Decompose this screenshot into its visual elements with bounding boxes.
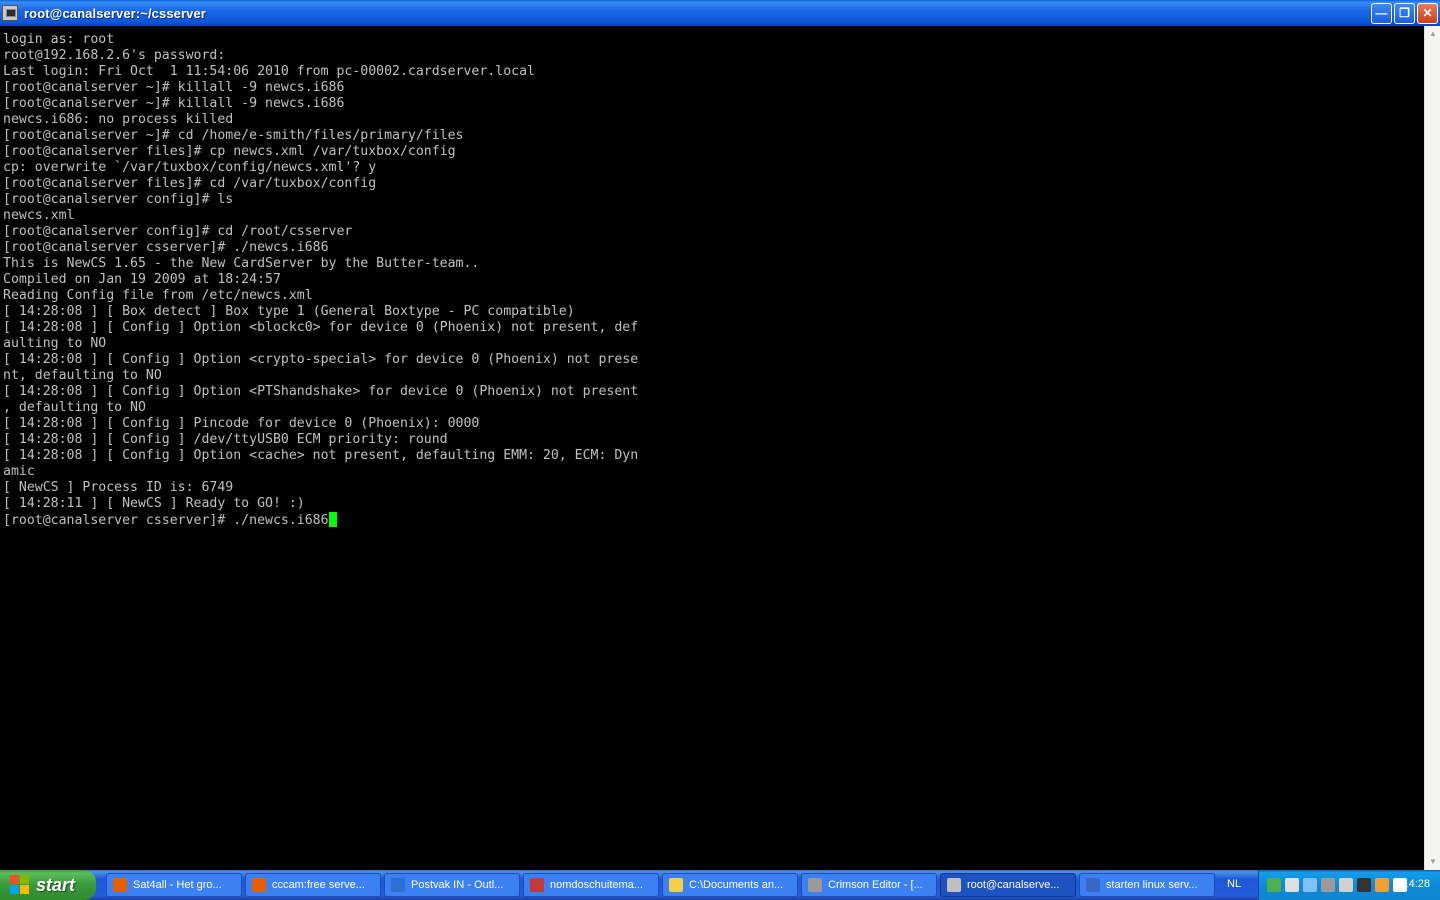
terminal-line: [ 14:28:08 ] [ Box detect ] Box type 1 (… (3, 304, 575, 319)
taskbar-button-label: Postvak IN - Outl... (411, 879, 504, 891)
window-title: root@canalserver:~/csserver (24, 5, 206, 21)
terminal-line: nt, defaulting to NO (3, 368, 162, 383)
antivirus-icon[interactable] (1321, 878, 1335, 892)
firefox-tray-icon[interactable] (1375, 878, 1389, 892)
terminal-line: [root@canalserver config]# cd /root/csse… (3, 224, 353, 239)
terminal-line: [root@canalserver config]# ls (3, 192, 234, 207)
terminal-prompt-line[interactable]: [root@canalserver csserver]# ./newcs.i68… (3, 512, 1424, 528)
taskbar-button-label: Crimson Editor - [... (828, 879, 923, 891)
terminal-cursor (328, 512, 337, 527)
video-icon[interactable] (1357, 878, 1371, 892)
taskbar-button-label: root@canalserve... (967, 879, 1060, 891)
taskbar-button[interactable]: starten linux serv... (1079, 873, 1215, 897)
taskbar-button[interactable]: root@canalserve... (940, 873, 1076, 897)
prompt-text: [root@canalserver csserver]# ./newcs.i68… (3, 513, 329, 528)
terminal-scrollbar[interactable]: ▲ ▼ (1424, 26, 1440, 870)
firefox-icon (252, 878, 266, 892)
taskbar-button[interactable]: Postvak IN - Outl... (384, 873, 520, 897)
putty-icon (2, 5, 18, 21)
terminal-output[interactable]: login as: root root@192.168.2.6's passwor… (0, 26, 1424, 870)
terminal-line: [root@canalserver ~]# cd /home/e-smith/f… (3, 128, 464, 143)
system-tray: 14:28 (1258, 870, 1440, 900)
minimize-button[interactable]: — (1371, 3, 1392, 24)
terminal-line: aulting to NO (3, 336, 107, 351)
terminal-line: [ 14:28:08 ] [ Config ] /dev/ttyUSB0 ECM… (3, 432, 448, 447)
windows-logo-icon (10, 875, 30, 895)
network-icon-2[interactable] (1303, 878, 1317, 892)
terminal-line: [ 14:28:08 ] [ Config ] Option <crypto-s… (3, 352, 639, 367)
terminal-line: [root@canalserver ~]# killall -9 newcs.i… (3, 80, 345, 95)
terminal-line: root@192.168.2.6's password: (3, 48, 226, 63)
firefox-icon (113, 878, 127, 892)
taskbar-button-label: nomdoschuitema... (550, 879, 643, 891)
scroll-up-icon[interactable]: ▲ (1425, 26, 1440, 42)
terminal-line: newcs.i686: no process killed (3, 112, 234, 127)
taskbar-tasks: Sat4all - Het gro... cccam:free serve... P… (106, 873, 1215, 897)
terminal-line: [ NewCS ] Process ID is: 6749 (3, 480, 234, 495)
window-controls: — ❐ ✕ (1371, 3, 1438, 24)
terminal-line: [root@canalserver files]# cd /var/tuxbox… (3, 176, 377, 191)
clock[interactable]: 14:28 (1402, 878, 1430, 890)
window-titlebar[interactable]: root@canalserver:~/csserver — ❐ ✕ (0, 0, 1440, 26)
taskbar-button[interactable]: cccam:free serve... (245, 873, 381, 897)
outlook-icon (391, 878, 405, 892)
word-icon (1086, 878, 1100, 892)
terminal-line: [ 14:28:08 ] [ Config ] Option <PTShands… (3, 384, 639, 399)
start-button[interactable]: start (0, 870, 96, 900)
taskbar-button[interactable]: C:\Documents an... (662, 873, 798, 897)
terminal-line: login as: root (3, 32, 115, 47)
messenger-icon (530, 878, 544, 892)
terminal-line: [ 14:28:08 ] [ Config ] Pincode for devi… (3, 416, 480, 431)
terminal-line: [root@canalserver csserver]# ./newcs.i68… (3, 240, 329, 255)
language-indicator[interactable]: NL (1227, 878, 1241, 890)
taskbar-button-label: Sat4all - Het gro... (133, 879, 222, 891)
taskbar: start Sat4all - Het gro... cccam:free ser… (0, 870, 1440, 900)
terminal-line: Last login: Fri Oct 1 11:54:06 2010 from… (3, 64, 535, 79)
terminal-line: newcs.xml (3, 208, 75, 223)
terminal-line: [ 14:28:08 ] [ Config ] Option <cache> n… (3, 448, 639, 463)
terminal-line: , defaulting to NO (3, 400, 146, 415)
editor-icon (808, 878, 822, 892)
taskbar-button[interactable]: Crimson Editor - [... (801, 873, 937, 897)
putty-icon (947, 878, 961, 892)
close-button[interactable]: ✕ (1417, 3, 1438, 24)
terminal-line: amic (3, 464, 35, 479)
folder-icon (669, 878, 683, 892)
maximize-button[interactable]: ❐ (1394, 3, 1415, 24)
terminal-line: cp: overwrite `/var/tuxbox/config/newcs.… (3, 160, 377, 175)
network-icon[interactable] (1285, 878, 1299, 892)
taskbar-button-label: C:\Documents an... (689, 879, 784, 891)
terminal-line: Reading Config file from /etc/newcs.xml (3, 288, 313, 303)
taskbar-button[interactable]: Sat4all - Het gro... (106, 873, 242, 897)
taskbar-button-label: starten linux serv... (1106, 879, 1198, 891)
terminal-line: [ 14:28:11 ] [ NewCS ] Ready to GO! :) (3, 496, 305, 511)
terminal-line: This is NewCS 1.65 - the New CardServer … (3, 256, 480, 271)
terminal-line: [ 14:28:08 ] [ Config ] Option <blockc0>… (3, 320, 639, 335)
terminal-line: [root@canalserver files]# cp newcs.xml /… (3, 144, 456, 159)
start-label: start (36, 874, 76, 895)
sound-icon[interactable] (1339, 878, 1353, 892)
terminal-line: [root@canalserver ~]# killall -9 newcs.i… (3, 96, 345, 111)
taskbar-button-label: cccam:free serve... (272, 879, 365, 891)
msn-icon[interactable] (1267, 878, 1281, 892)
terminal-line: Compiled on Jan 19 2009 at 18:24:57 (3, 272, 281, 287)
taskbar-button[interactable]: nomdoschuitema... (523, 873, 659, 897)
scroll-down-icon[interactable]: ▼ (1425, 854, 1440, 870)
